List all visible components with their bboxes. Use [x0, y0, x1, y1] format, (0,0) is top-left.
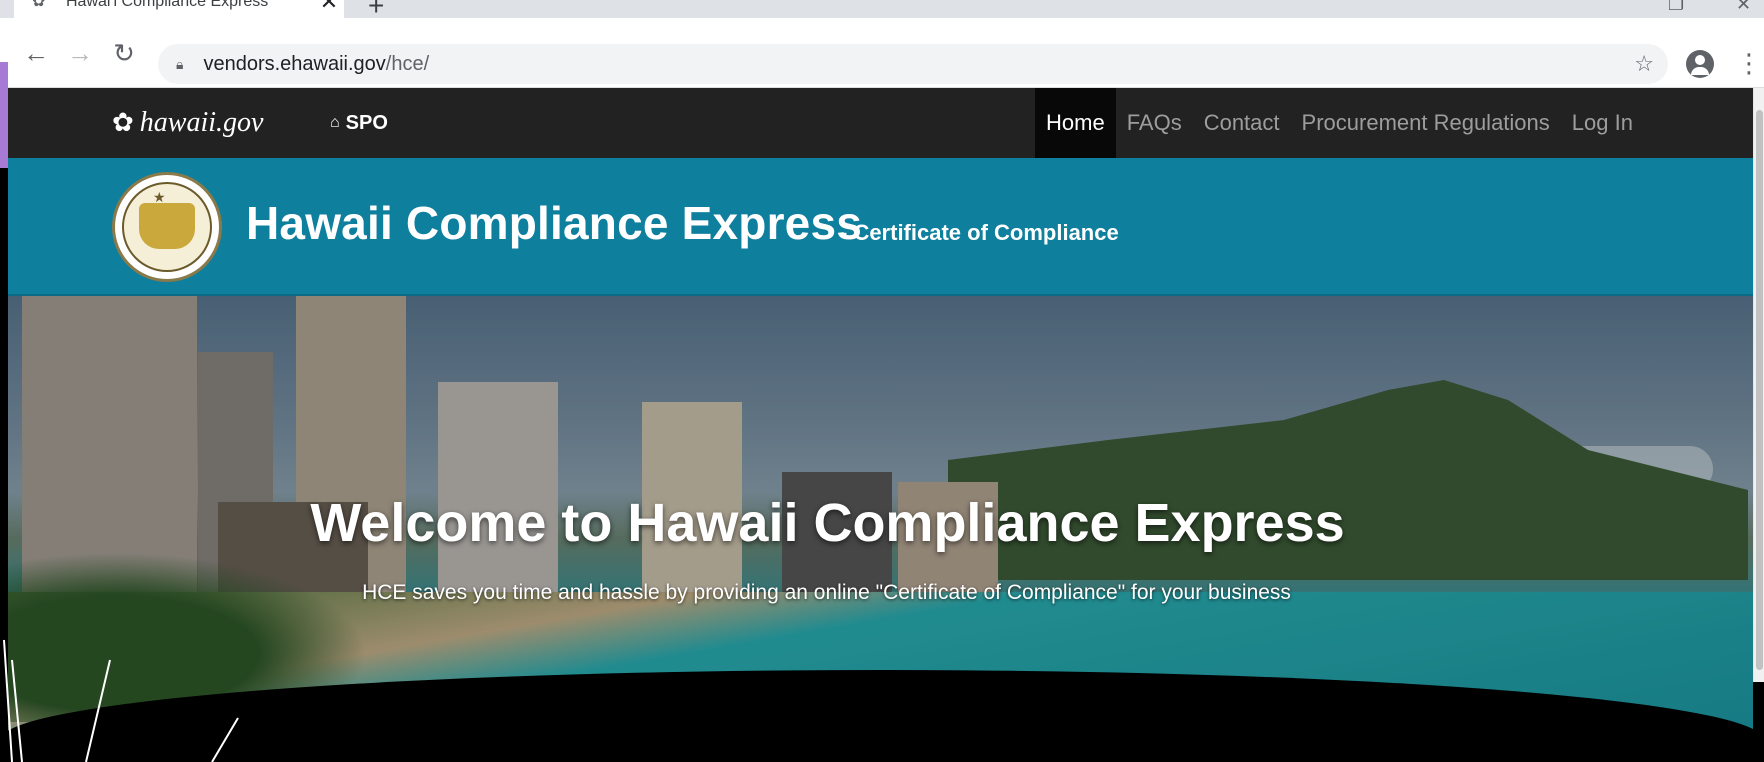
brand-text: hawaii.gov	[139, 107, 264, 138]
seal-shield	[139, 203, 195, 249]
spo-label: SPO	[345, 111, 388, 134]
site-title: Hawaii Compliance Express	[246, 197, 863, 249]
browser-tab[interactable]: ✿ Hawai'i Compliance Express ✕	[14, 0, 344, 18]
browser-toolbar: ← → ↻ 🔒︎ vendors.ehawaii.gov/hce/ ☆ ⋮	[0, 18, 1764, 88]
lock-icon: 🔒︎	[176, 55, 184, 72]
tab-strip: ✿ Hawai'i Compliance Express ✕ + ❐ ✕	[0, 0, 1764, 20]
hibiscus-favicon-icon: ✿	[32, 0, 46, 10]
hawaii-gov-logo[interactable]: ✿ hawaii.gov	[112, 88, 263, 158]
new-tab-button[interactable]: +	[368, 0, 384, 20]
home-icon: ⌂	[330, 114, 340, 131]
top-navbar: ✿ hawaii.gov ⌂ SPO Home FAQs Contact Pro…	[8, 88, 1753, 158]
restore-window-icon[interactable]: ❐	[1668, 0, 1684, 15]
nav-link-log-in[interactable]: Log In	[1561, 88, 1644, 158]
nav-link-home[interactable]: Home	[1035, 88, 1116, 158]
nav-link-contact[interactable]: Contact	[1193, 88, 1291, 158]
state-seal-logo: ★	[112, 172, 222, 282]
scrollbar-thumb[interactable]	[1756, 110, 1763, 670]
nav-link-faqs[interactable]: FAQs	[1116, 88, 1193, 158]
reload-icon[interactable]: ↻	[104, 18, 144, 88]
slide-edge-decoration	[0, 62, 8, 168]
url-path: /hce/	[385, 52, 430, 75]
address-bar[interactable]: 🔒︎ vendors.ehawaii.gov/hce/ ☆	[158, 44, 1668, 84]
site-banner: ★ Hawaii Compliance Express - Certificat…	[8, 158, 1753, 296]
star-icon[interactable]: ☆	[1634, 44, 1654, 84]
website-viewport: ✿ hawaii.gov ⌂ SPO Home FAQs Contact Pro…	[8, 88, 1753, 762]
page-scrollbar[interactable]	[1753, 88, 1764, 682]
forward-arrow-icon[interactable]: →	[60, 18, 100, 88]
nav-links: Home FAQs Contact Procurement Regulation…	[1035, 88, 1644, 158]
slide-decoration-lines	[3, 639, 239, 762]
spo-link[interactable]: ⌂ SPO	[330, 88, 388, 158]
url-host: vendors.ehawaii.gov	[203, 52, 386, 75]
site-subtitle: - Certificate of Compliance	[840, 220, 1119, 245]
hibiscus-icon: ✿	[112, 108, 134, 137]
tab-close-icon[interactable]: ✕	[314, 0, 344, 13]
hero-subtitle: HCE saves you time and hassle by providi…	[362, 581, 1291, 604]
account-icon[interactable]	[1686, 50, 1714, 78]
back-arrow-icon[interactable]: ←	[16, 18, 56, 88]
close-window-icon[interactable]: ✕	[1736, 0, 1751, 15]
nav-link-procurement-regulations[interactable]: Procurement Regulations	[1291, 88, 1561, 158]
tab-title: Hawai'i Compliance Express	[66, 0, 269, 10]
seal-star-icon: ★	[153, 189, 166, 205]
menu-dots-icon[interactable]: ⋮	[1736, 48, 1762, 78]
hero-title: Welcome to Hawaii Compliance Express	[310, 493, 1345, 553]
